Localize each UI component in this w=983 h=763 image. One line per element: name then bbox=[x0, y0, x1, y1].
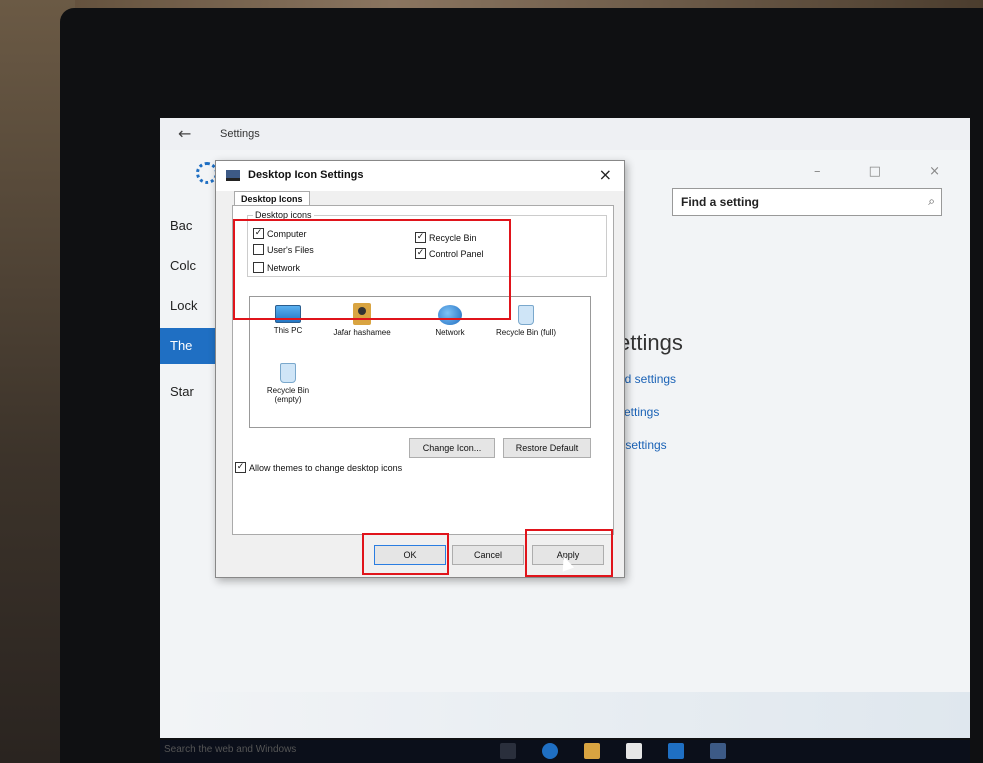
related-settings-heading: ettings bbox=[618, 330, 683, 355]
back-arrow-icon[interactable]: ← bbox=[178, 124, 191, 143]
tab-panel: Desktop icons ✓ Computer User's Files Ne… bbox=[232, 205, 614, 535]
taskbar: Search the web and Windows bbox=[160, 740, 970, 763]
file-explorer-icon[interactable] bbox=[584, 743, 600, 759]
checkbox-recycle-bin[interactable]: ✓ Recycle Bin bbox=[415, 232, 477, 243]
checkbox-box[interactable]: ✓ bbox=[415, 232, 426, 243]
checkbox-box[interactable]: ✓ bbox=[235, 462, 246, 473]
change-icon-button[interactable]: Change Icon... bbox=[409, 438, 495, 458]
screen-bottom bbox=[160, 692, 970, 738]
restore-default-button[interactable]: Restore Default bbox=[503, 438, 591, 458]
nav-item-colors[interactable]: Colc bbox=[170, 258, 196, 273]
related-link-3[interactable]: r settings bbox=[618, 438, 667, 452]
settings-title-bar: ← Settings bbox=[160, 118, 970, 150]
icon-item-recycle-bin-empty[interactable]: Recycle Bin (empty) bbox=[256, 363, 320, 404]
checkbox-computer[interactable]: ✓ Computer bbox=[253, 228, 307, 239]
icon-item-network[interactable]: Network bbox=[418, 305, 482, 337]
search-icon[interactable]: ⌕ bbox=[928, 194, 935, 209]
checkbox-label: Control Panel bbox=[429, 248, 484, 259]
checkbox-label: User's Files bbox=[267, 244, 314, 255]
screen: ← Settings – □ × ⌕ Bac Colc Lock The Sta… bbox=[160, 118, 970, 738]
nav-item-lock-screen[interactable]: Lock bbox=[170, 298, 197, 313]
icon-item-user-files[interactable]: Jafar hashamee bbox=[330, 303, 394, 337]
checkbox-users-files[interactable]: User's Files bbox=[253, 244, 314, 255]
related-link-1[interactable]: nd settings bbox=[618, 372, 676, 386]
icon-label: Recycle Bin (full) bbox=[495, 328, 556, 337]
network-icon bbox=[438, 305, 462, 325]
store-icon[interactable] bbox=[626, 743, 642, 759]
group-label: Desktop icons bbox=[253, 210, 314, 220]
icon-label: Jafar hashamee bbox=[333, 328, 391, 337]
dialog-title-bar: Desktop Icon Settings × bbox=[216, 161, 624, 191]
cancel-button[interactable]: Cancel bbox=[452, 545, 524, 565]
icon-label: Network bbox=[435, 328, 465, 337]
recycle-bin-empty-icon bbox=[280, 363, 296, 383]
search-box[interactable]: ⌕ bbox=[672, 188, 942, 216]
icon-list: This PC Jafar hashamee Network Recycle B… bbox=[249, 296, 591, 428]
desktop-icon-settings-dialog: Desktop Icon Settings × Desktop Icons De… bbox=[215, 160, 625, 578]
taskbar-search[interactable]: Search the web and Windows bbox=[164, 744, 296, 755]
icon-item-recycle-bin-full[interactable]: Recycle Bin (full) bbox=[494, 305, 558, 337]
display-icon[interactable] bbox=[710, 743, 726, 759]
close-button[interactable]: × bbox=[599, 165, 612, 184]
checkbox-box[interactable] bbox=[253, 262, 264, 273]
tab-desktop-icons[interactable]: Desktop Icons bbox=[234, 191, 310, 206]
checkbox-allow-themes[interactable]: ✓ Allow themes to change desktop icons bbox=[235, 462, 402, 473]
user-folder-icon bbox=[353, 303, 371, 325]
checkbox-network[interactable]: Network bbox=[253, 262, 300, 273]
dialog-title: Desktop Icon Settings bbox=[248, 169, 364, 181]
checkbox-box[interactable]: ✓ bbox=[415, 248, 426, 259]
checkbox-label: Computer bbox=[267, 228, 307, 239]
recycle-bin-full-icon bbox=[518, 305, 534, 325]
ok-button[interactable]: OK bbox=[374, 545, 446, 565]
nav-item-background[interactable]: Bac bbox=[170, 218, 192, 233]
checkbox-box[interactable]: ✓ bbox=[253, 228, 264, 239]
nav-item-start[interactable]: Star bbox=[170, 384, 194, 399]
search-input[interactable] bbox=[673, 189, 903, 215]
pc-icon bbox=[275, 305, 301, 323]
checkbox-label: Network bbox=[267, 262, 301, 273]
monitor-icon bbox=[226, 170, 240, 181]
edge-icon[interactable] bbox=[542, 743, 558, 759]
settings-app-icon[interactable] bbox=[668, 743, 684, 759]
checkbox-label: Allow themes to change desktop icons bbox=[249, 462, 403, 473]
checkbox-control-panel[interactable]: ✓ Control Panel bbox=[415, 248, 484, 259]
icon-label: Recycle Bin (empty) bbox=[266, 386, 310, 404]
task-view-icon[interactable] bbox=[500, 743, 516, 759]
window-controls[interactable]: – □ × bbox=[814, 164, 962, 179]
checkbox-label: Recycle Bin bbox=[429, 232, 477, 243]
checkbox-box[interactable] bbox=[253, 244, 264, 255]
icon-item-this-pc[interactable]: This PC bbox=[256, 305, 320, 335]
settings-window-title: Settings bbox=[220, 128, 260, 140]
icon-label: This PC bbox=[273, 326, 303, 335]
